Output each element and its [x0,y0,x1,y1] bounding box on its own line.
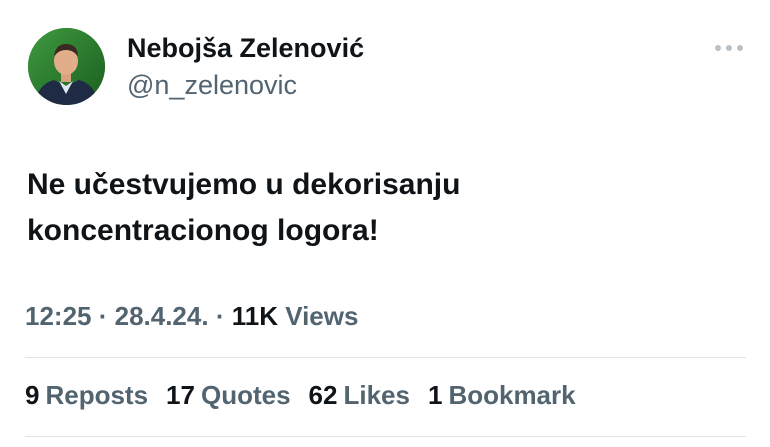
bookmarks-count: 1 [427,380,443,410]
quotes-stat[interactable]: 17 Quotes [166,380,291,411]
tweet-text-line: koncentracionog logora! [27,214,379,247]
tweet-time[interactable]: 12:25 [25,301,92,331]
tweet-text-line: Ne učestvujemo u dekorisanju [27,168,461,201]
likes-label: Likes [343,380,410,410]
likes-count: 62 [308,380,338,410]
likes-stat[interactable]: 62 Likes [309,380,410,411]
bookmarks-label: Bookmark [448,380,576,410]
bookmarks-stat[interactable]: 1 Bookmark [428,380,576,411]
meta-separator: · [208,301,232,331]
quotes-count: 17 [166,380,195,410]
tweet-card: Nebojša Zelenović @n_zelenovic Ne učestv… [0,0,770,447]
author-display-name[interactable]: Nebojša Zelenović [127,33,364,64]
avatar[interactable] [28,28,105,105]
meta-separator: · [91,301,115,331]
tweet-date[interactable]: 28.4.24. [115,301,209,331]
tweet-text: Ne učestvujemo u dekorisanju koncentraci… [27,162,747,254]
views-label: Views [277,301,359,331]
author-handle[interactable]: @n_zelenovic [127,70,297,101]
reposts-stat[interactable]: 9 Reposts [25,380,148,411]
engagement-stats: 9 Reposts 17 Quotes 62 Likes 1 Bookmark [25,380,576,411]
reposts-label: Reposts [45,380,149,410]
divider [25,436,746,437]
tweet-meta: 12:25 · 28.4.24. · 11K Views [25,301,358,332]
divider [25,357,746,358]
quotes-label: Quotes [200,380,291,410]
more-horizontal-icon[interactable] [712,38,746,58]
reposts-count: 9 [25,380,40,410]
views-count: 11K [231,301,278,331]
